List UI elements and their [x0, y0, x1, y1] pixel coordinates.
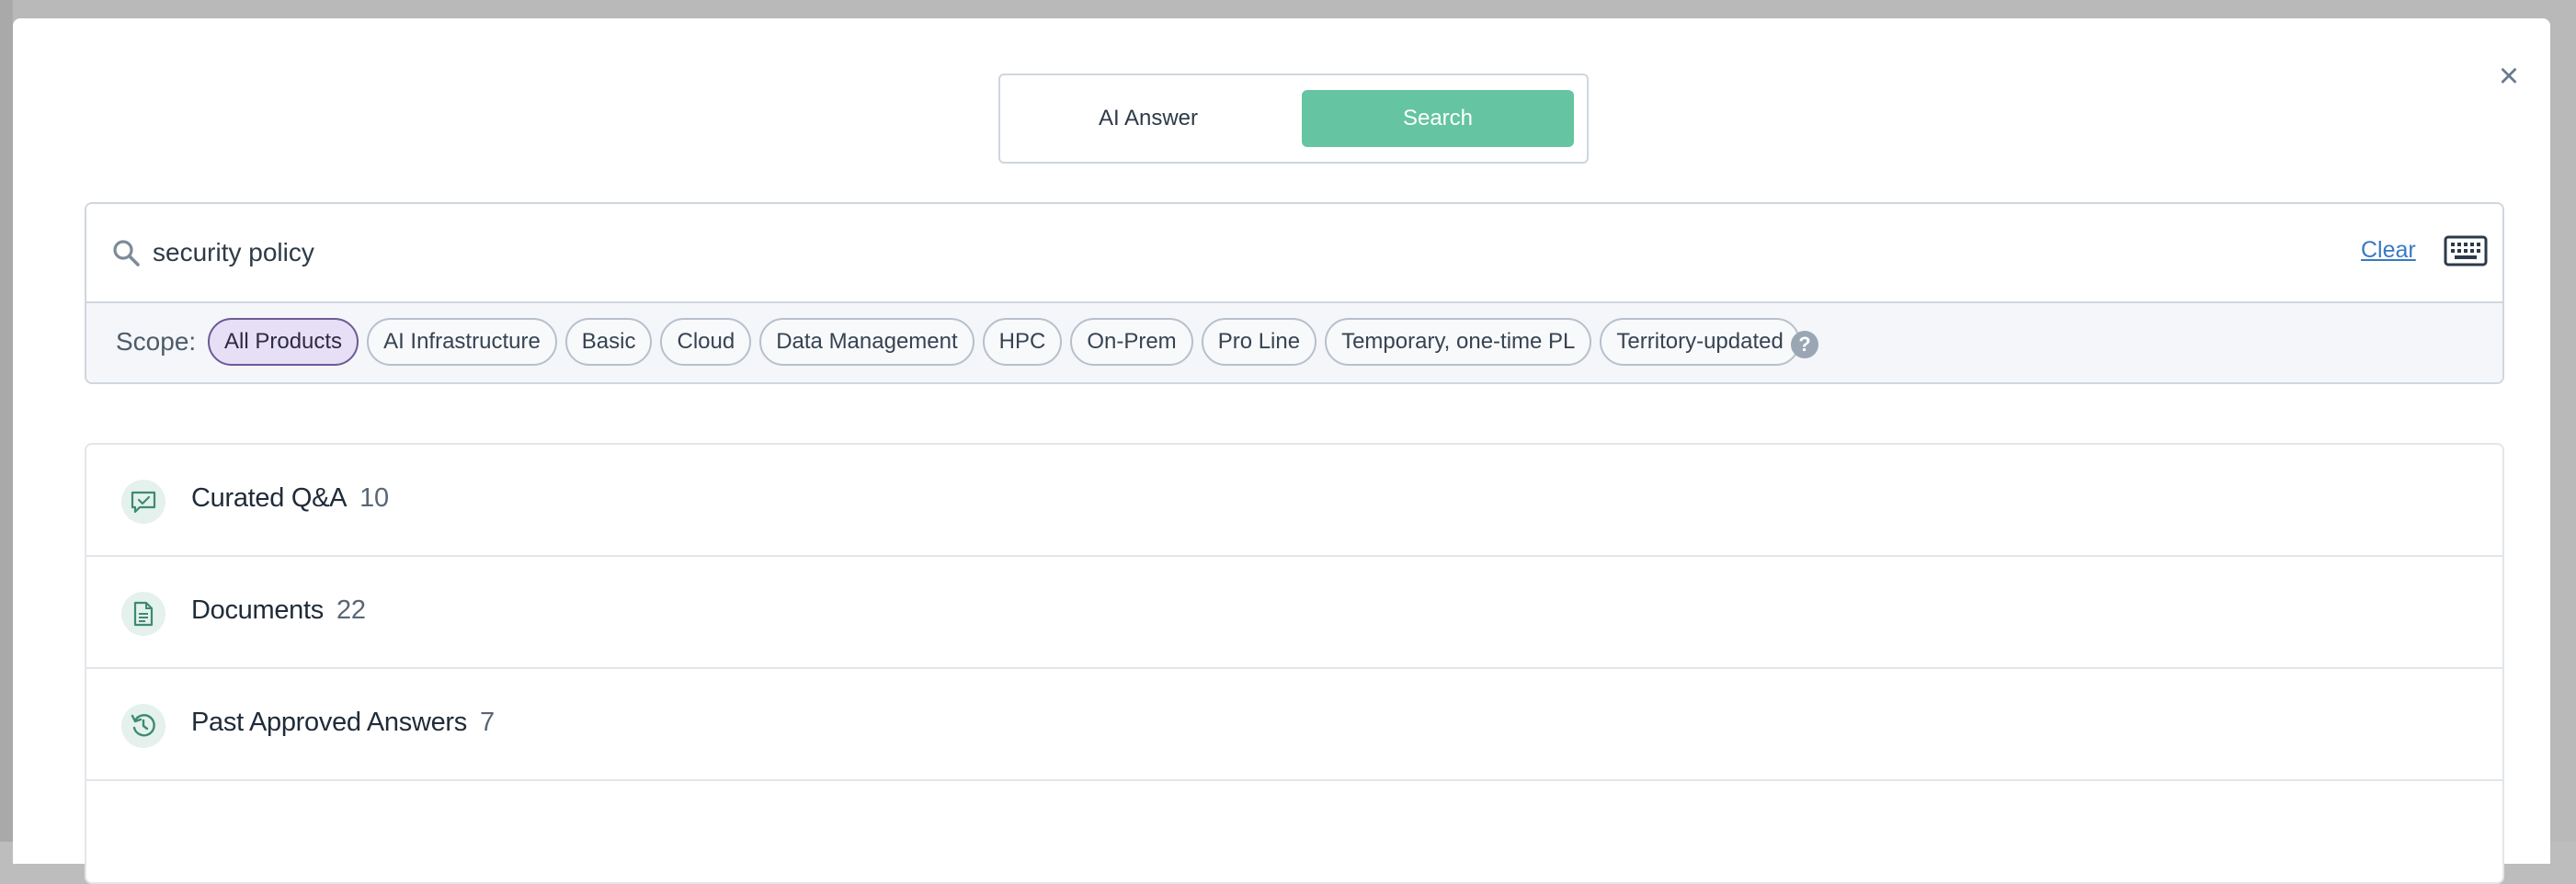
scope-chip[interactable]: AI Infrastructure	[367, 318, 557, 366]
result-category-row[interactable]: Past Approved Answers 7	[86, 669, 2502, 781]
result-category-label: Past Approved Answers	[191, 708, 467, 737]
scope-filter-bar: Scope: All Products AI Infrastructure Basi…	[86, 303, 2502, 382]
scope-chip[interactable]: Territory-updated	[1600, 318, 1800, 366]
ai-answer-tab[interactable]: AI Answer	[1015, 90, 1282, 147]
mode-toggle: AI Answer Search	[998, 74, 1589, 164]
scope-chip[interactable]: On-Prem	[1070, 318, 1193, 366]
result-category-label-wrap: Curated Q&A 10	[191, 483, 389, 514]
scope-label: Scope:	[116, 327, 197, 356]
result-count: 10	[359, 483, 389, 513]
result-category-row[interactable]: Curated Q&A 10	[86, 445, 2502, 557]
scope-chips: All Products AI Infrastructure Basic Cloud D…	[208, 318, 1800, 369]
search-modal: × AI Answer Search Clear	[13, 18, 2550, 884]
scope-chip[interactable]: HPC	[982, 318, 1063, 366]
clear-link[interactable]: Clear	[2361, 237, 2416, 264]
result-count: 22	[336, 595, 366, 625]
chat-check-icon	[121, 480, 165, 524]
document-icon	[121, 592, 165, 636]
close-button[interactable]: ×	[2486, 53, 2532, 99]
scope-chip[interactable]: Cloud	[660, 318, 752, 366]
result-category-row[interactable]: Documents 22	[86, 557, 2502, 669]
search-icon	[113, 240, 140, 266]
result-category-label: Documents	[191, 595, 324, 625]
scope-chip[interactable]: Temporary, one-time PL	[1325, 318, 1592, 366]
history-icon	[121, 704, 165, 748]
close-icon: ×	[2498, 56, 2520, 96]
search-tab[interactable]: Search	[1302, 90, 1574, 147]
result-category-label: Curated Q&A	[191, 483, 348, 513]
result-category-label-wrap: Past Approved Answers 7	[191, 708, 495, 738]
scope-chip[interactable]: Basic	[564, 318, 653, 366]
keyboard-icon[interactable]	[2444, 235, 2488, 266]
scope-chip[interactable]: Pro Line	[1201, 318, 1317, 366]
results-list: Curated Q&A 10 Documents 22 Past Approved An…	[85, 443, 2504, 884]
search-panel: Clear Scope: All ProductsAI Infrastructu…	[85, 202, 2504, 384]
background-app-sidebar	[0, 0, 13, 842]
scope-chip[interactable]: Data Management	[759, 318, 975, 366]
help-icon[interactable]: ?	[1791, 331, 1818, 358]
result-category-label-wrap: Documents 22	[191, 595, 366, 626]
search-input[interactable]	[153, 228, 2267, 278]
result-count: 7	[480, 708, 495, 737]
scope-chip[interactable]: All Products	[208, 318, 359, 366]
search-bar: Clear	[86, 204, 2502, 303]
